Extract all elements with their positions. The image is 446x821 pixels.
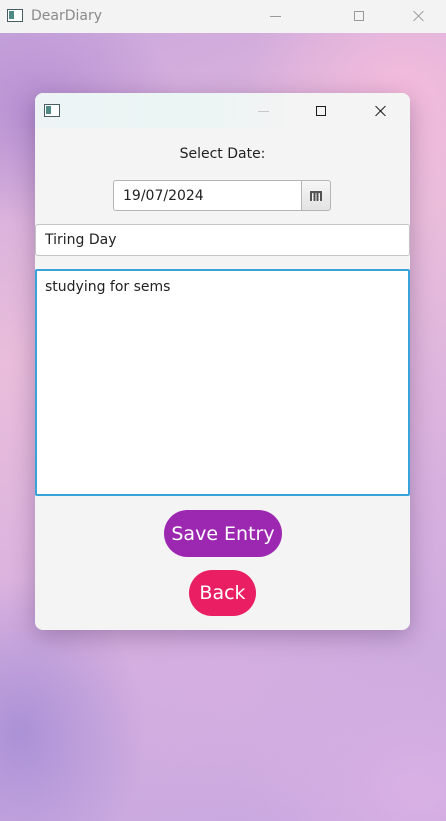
main-window-title: DearDiary <box>31 8 103 24</box>
main-window: DearDiary Select Date: 19/07/2024 Tiring… <box>0 0 446 821</box>
maximize-icon <box>354 11 364 21</box>
main-minimize-button[interactable] <box>255 1 295 31</box>
close-icon <box>374 105 386 117</box>
diary-entry-dialog: Select Date: studying for sems Save Entr… <box>35 93 410 630</box>
app-window-icon <box>7 9 23 22</box>
back-button[interactable]: Back <box>189 570 256 616</box>
date-picker <box>113 180 331 211</box>
close-icon <box>412 10 424 22</box>
save-entry-button[interactable]: Save Entry <box>164 510 282 557</box>
minimize-icon <box>257 110 269 112</box>
date-input[interactable] <box>113 180 301 211</box>
dialog-maximize-button[interactable] <box>301 96 341 126</box>
main-maximize-button[interactable] <box>339 1 379 31</box>
dialog-titlebar[interactable] <box>35 93 410 128</box>
maximize-icon <box>316 106 326 116</box>
entry-body-textarea[interactable]: studying for sems <box>35 269 410 496</box>
select-date-label: Select Date: <box>179 146 266 162</box>
calendar-button[interactable] <box>301 180 331 211</box>
calendar-icon <box>310 190 322 201</box>
app-window-icon <box>44 104 60 117</box>
main-titlebar[interactable]: DearDiary <box>0 0 446 33</box>
dialog-close-button[interactable] <box>360 96 400 126</box>
dialog-minimize-button[interactable] <box>243 96 283 126</box>
minimize-icon <box>269 15 281 17</box>
entry-title-input[interactable] <box>35 224 410 256</box>
main-close-button[interactable] <box>398 1 438 31</box>
